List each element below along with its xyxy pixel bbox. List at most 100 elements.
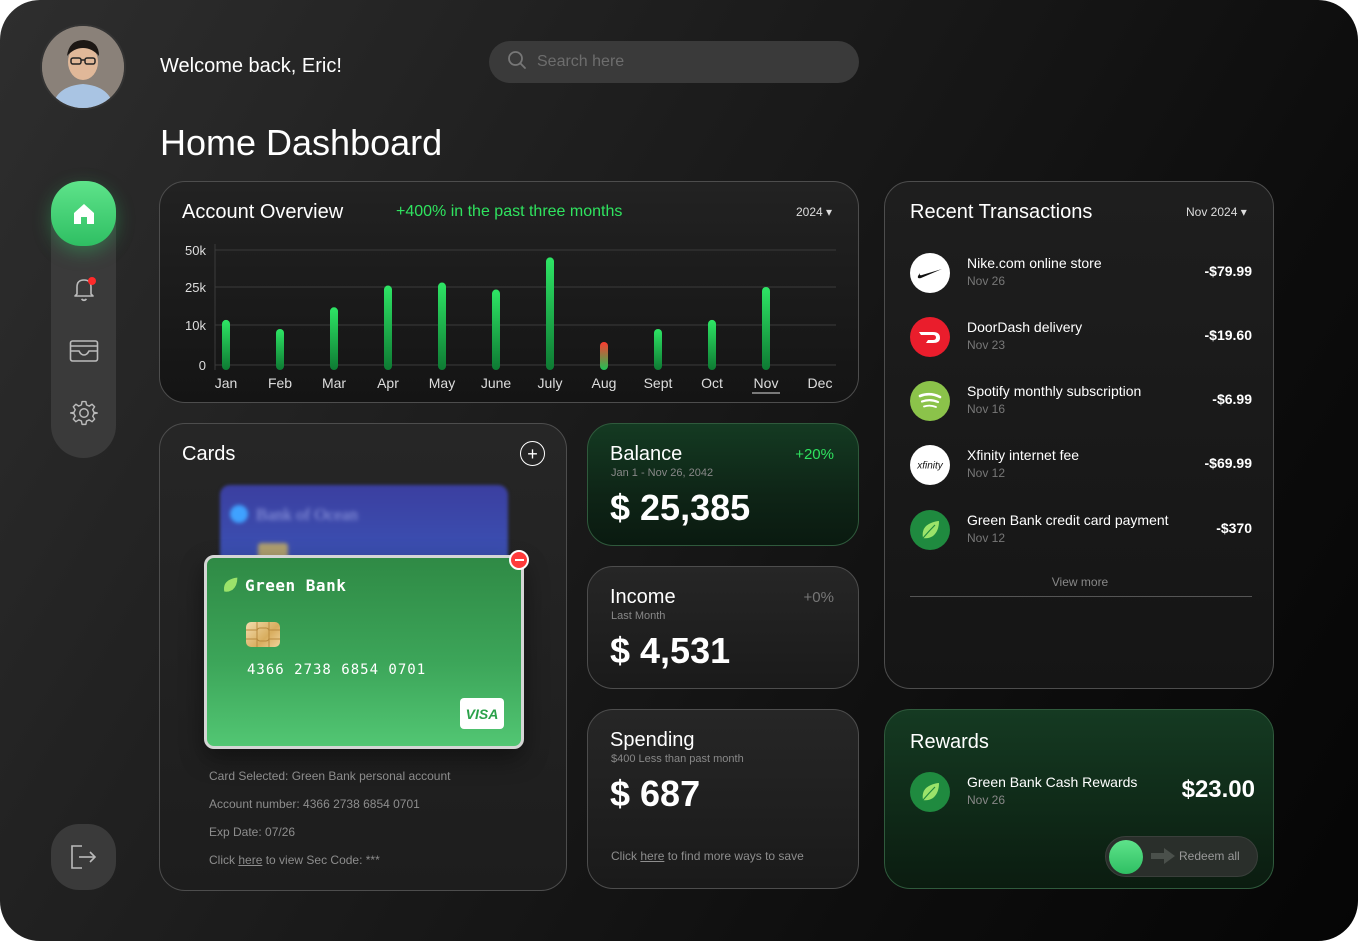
balance-value: $ 25,385 [610,487,751,528]
nav-wallet-button[interactable] [51,318,116,383]
spending-card[interactable]: Spending $400 Less than past month $ 687… [587,709,859,889]
sec-code-prefix: Click [209,853,239,867]
income-change: +0% [803,589,834,606]
income-value: $ 4,531 [610,630,731,671]
transaction-date: Nov 16 [967,402,1006,416]
transaction-amount: -$370 [1216,520,1252,536]
x-tick-label: Dec [808,375,833,391]
balance-range: Jan 1 - Nov 26, 2042 [611,467,714,479]
transaction-amount: -$19.60 [1204,327,1252,343]
green-bank-logo-icon [910,772,950,812]
account-overview-chart: 50k 25k 10k 0 Jan Feb Mar Apr May June July Aug Sept… [185,243,836,394]
search-bar[interactable] [489,41,859,83]
x-tick-label: Apr [377,375,399,391]
chart-bar [546,257,554,370]
transaction-row[interactable]: Green Bank credit card payment Nov 12 -$… [910,510,1252,552]
transaction-row[interactable]: Nike.com online store Nov 26 -$79.99 [910,253,1252,295]
card-bank-name: Green Bank [245,576,347,595]
transaction-name: Xfinity internet fee [967,447,1080,463]
cards-title: Cards [182,443,236,465]
view-more-link[interactable]: View more [885,575,1275,589]
balance-change: +20% [795,446,834,463]
transaction-name: Nike.com online store [967,255,1102,271]
sec-code-suffix: to view Sec Code: *** [262,853,380,867]
spending-value: $ 687 [610,773,701,814]
cards-panel: Cards + Bank of Ocean Green Bank 4366 27… [159,423,567,891]
balance-card[interactable]: Balance +20% Jan 1 - Nov 26, 2042 $ 25,3… [587,423,859,546]
page-title: Home Dashboard [160,122,443,163]
remove-card-button[interactable] [509,550,529,570]
account-overview-panel: Account Overview +400% in the past three… [159,181,859,403]
card-number: 4366 2738 6854 0701 [247,662,427,678]
month-selector[interactable]: Nov 2024 ▾ [1186,205,1247,219]
transaction-date: Nov 12 [967,466,1006,480]
logout-button[interactable] [51,824,116,890]
y-tick-label: 50k [185,243,206,258]
green-bank-logo-icon [910,510,950,550]
chart-bar [492,289,500,370]
card-selected-text: Card Selected: Green Bank personal accou… [209,769,451,783]
chart-bar [654,329,662,370]
chart-bar [330,307,338,370]
transaction-row[interactable]: xfinity Xfinity internet fee Nov 12 -$69… [910,445,1252,487]
add-card-button[interactable]: + [520,441,545,466]
divider [910,596,1252,597]
xfinity-logo-icon: xfinity [910,445,950,485]
y-tick-label: 0 [199,358,206,373]
x-tick-label: Aug [592,375,617,391]
redeem-all-slider[interactable]: Redeem all [1105,836,1258,877]
transaction-date: Nov 12 [967,531,1006,545]
green-bank-logo-icon [221,576,239,599]
y-tick-label: 10k [185,318,206,333]
chart-bar [762,287,770,370]
nav-notifications-button[interactable] [51,256,116,321]
x-tick-label: Nov [754,375,779,391]
slider-knob[interactable] [1109,840,1143,874]
card-chip-icon [246,622,280,647]
transaction-name: DoorDash delivery [967,319,1083,335]
transaction-date: Nov 26 [967,274,1006,288]
nav-home-button[interactable] [51,181,116,246]
spending-note-prefix: Click [611,849,641,863]
nike-logo-icon [910,253,950,293]
logout-icon [70,845,96,869]
x-tick-label: Mar [322,375,346,391]
spending-label: Spending [610,729,695,751]
rewards-title: Rewards [910,731,989,753]
app-window: Welcome back, Eric! Home Dashboard [0,0,1358,941]
income-card[interactable]: Income +0% Last Month $ 4,531 [587,566,859,689]
redeem-all-label: Redeem all [1179,849,1240,863]
search-icon [507,50,527,75]
reward-name: Green Bank Cash Rewards [967,774,1138,790]
visa-logo: VISA [460,698,504,729]
x-tick-label: July [538,375,563,391]
nav-settings-button[interactable] [51,380,116,445]
income-range: Last Month [611,610,666,622]
exp-date-text: Exp Date: 07/26 [209,825,296,839]
sec-code-link[interactable]: here [238,853,262,867]
search-input[interactable] [537,53,837,71]
back-card-bank-name: Bank of Ocean [256,505,358,524]
spending-tips-link[interactable]: here [640,849,664,863]
reward-amount: $23.00 [1181,776,1255,803]
chart-bar [222,319,230,370]
spotify-logo-icon [910,381,950,421]
x-tick-label: Oct [701,375,723,391]
rewards-panel: Rewards Green Bank Cash Rewards Nov 26 $… [884,709,1274,889]
transaction-amount: -$6.99 [1212,391,1252,407]
recent-transactions-panel: Recent Transactions Nov 2024 ▾ Nike.com … [884,181,1274,689]
transaction-row[interactable]: Spotify monthly subscription Nov 16 -$6.… [910,381,1252,423]
x-tick-label: May [429,375,455,391]
sec-code-text: Click here to view Sec Code: *** [209,853,380,867]
avatar[interactable] [42,26,124,108]
green-bank-card[interactable]: Green Bank 4366 2738 6854 0701 VISA [204,555,524,749]
chart-bar [438,282,446,370]
account-number-text: Account number: 4366 2738 6854 0701 [209,797,420,811]
x-tick-label: Jan [215,375,238,391]
wallet-icon [69,339,98,362]
transaction-date: Nov 23 [967,338,1006,352]
transaction-name: Spotify monthly subscription [967,383,1142,399]
reward-date: Nov 26 [967,793,1006,807]
spending-note-suffix: to find more ways to save [664,849,804,863]
transaction-row[interactable]: DoorDash delivery Nov 23 -$19.60 [910,317,1252,359]
